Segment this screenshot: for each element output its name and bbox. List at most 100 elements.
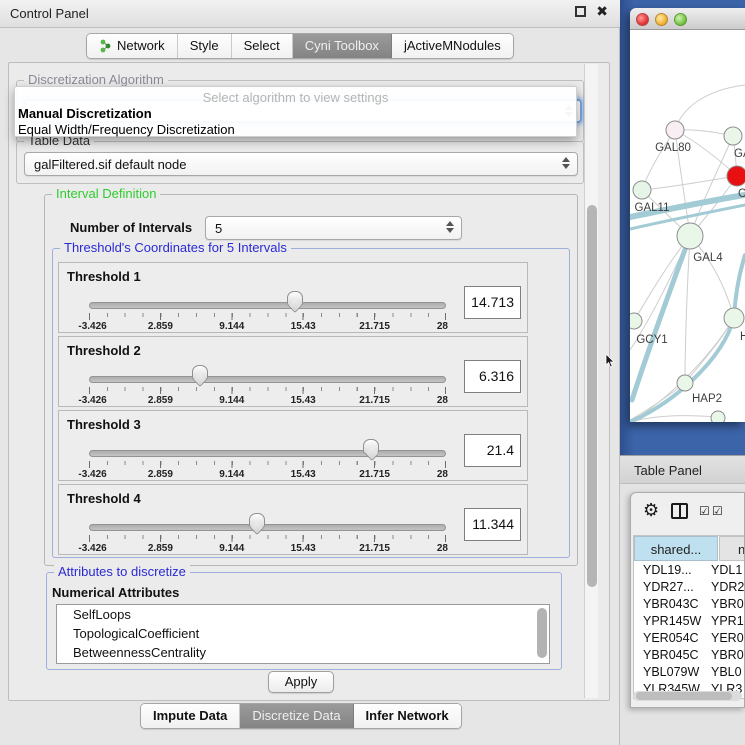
slider-track[interactable] bbox=[89, 450, 446, 457]
table-row[interactable]: YBR043CYBR0 bbox=[634, 596, 744, 613]
slider-tick-labels: -3.426 2.859 9.144 15.43 21.715 28 bbox=[89, 469, 446, 481]
table-toolbar: ⚙ ☑ ☑ bbox=[631, 493, 744, 531]
slider-ticks bbox=[89, 387, 446, 394]
list-item[interactable]: SelfLoops bbox=[57, 605, 549, 624]
network-node-label: GAL80 bbox=[655, 142, 691, 154]
slider-thumb[interactable] bbox=[363, 439, 379, 454]
attributes-group-title: Attributes to discretize bbox=[54, 565, 190, 579]
checkbox-icon[interactable]: ☑ bbox=[699, 504, 710, 518]
network-node[interactable] bbox=[677, 223, 703, 249]
network-node[interactable] bbox=[633, 181, 651, 199]
split-pane-icon[interactable] bbox=[671, 503, 688, 519]
minimize-traffic-light-icon[interactable] bbox=[655, 13, 668, 26]
tab-network[interactable]: Network bbox=[87, 34, 178, 58]
network-node[interactable] bbox=[711, 411, 725, 422]
menu-item-equal-width-frequency[interactable]: Equal Width/Frequency Discretization bbox=[18, 122, 235, 137]
tab-infer-network[interactable]: Infer Network bbox=[354, 704, 461, 728]
slider-tick-labels: -3.426 2.859 9.144 15.43 21.715 28 bbox=[89, 395, 446, 407]
table-row[interactable]: YER054CYER0 bbox=[634, 630, 744, 647]
combo-spinner-icon bbox=[446, 221, 454, 233]
network-node-label: GCY1 bbox=[636, 334, 667, 346]
panel-scrollbar-thumb[interactable] bbox=[587, 205, 597, 587]
network-node-label: GAL4 bbox=[693, 252, 723, 264]
network-node[interactable] bbox=[727, 166, 745, 186]
column-header-shared-name[interactable]: shared... bbox=[634, 536, 718, 561]
tab-label: jActiveMNodules bbox=[404, 38, 501, 53]
tab-select[interactable]: Select bbox=[232, 34, 293, 58]
tab-jactivemnodules[interactable]: jActiveMNodules bbox=[392, 34, 513, 58]
table-row[interactable]: YBR045CYBR0 bbox=[634, 647, 744, 664]
attributes-list-scrollbar[interactable] bbox=[537, 608, 547, 658]
top-tabstrip: Network Style Select Cyni Toolbox jActiv… bbox=[86, 33, 514, 59]
attributes-list[interactable]: SelfLoops TopologicalCoefficient Between… bbox=[56, 604, 550, 664]
zoom-traffic-light-icon[interactable] bbox=[674, 13, 687, 26]
slider-thumb[interactable] bbox=[249, 513, 265, 528]
screen: Control Panel ✖ Network Style bbox=[0, 0, 745, 745]
table-row[interactable]: YBL079WYBL0 bbox=[634, 664, 744, 681]
tab-discretize-data[interactable]: Discretize Data bbox=[240, 704, 353, 728]
close-traffic-light-icon[interactable] bbox=[636, 13, 649, 26]
thresholds-group-title: Threshold's Coordinates for 5 Intervals bbox=[60, 241, 291, 255]
threshold-panel: Threshold 3 -3.426 2.859 9.144 15.43 21.… bbox=[58, 410, 528, 481]
gear-icon[interactable]: ⚙ bbox=[643, 500, 659, 521]
slider-track[interactable] bbox=[89, 376, 446, 383]
tab-label: Impute Data bbox=[153, 708, 227, 723]
table-panel-header: Table Panel bbox=[620, 455, 745, 484]
network-nodes[interactable]: GAL80GACGAL11GAL4GCY1HHAP2 bbox=[630, 121, 745, 422]
checkbox-icon[interactable]: ☑ bbox=[712, 504, 723, 518]
network-node[interactable] bbox=[630, 313, 642, 329]
combo-spinner-icon bbox=[562, 157, 570, 169]
algorithm-group-title: Discretization Algorithm bbox=[24, 73, 168, 87]
algorithm-dropdown-popup: Select algorithm to view settings Manual… bbox=[14, 86, 577, 137]
table-horizontal-scrollbar[interactable] bbox=[633, 691, 742, 701]
threshold-panel: Threshold 4 -3.426 2.859 9.144 15.43 21.… bbox=[58, 484, 528, 555]
slider-track[interactable] bbox=[89, 302, 446, 309]
num-intervals-combo[interactable]: 5 bbox=[205, 216, 462, 240]
control-panel: Control Panel ✖ Network Style bbox=[0, 0, 620, 745]
numerical-attributes-label: Numerical Attributes bbox=[52, 585, 179, 600]
tab-label: Select bbox=[244, 38, 280, 53]
slider-ticks bbox=[89, 313, 446, 320]
network-node[interactable] bbox=[724, 127, 742, 145]
node-table[interactable]: shared... n YDL19...YDL1 YDR27...YDR2 YB… bbox=[633, 535, 744, 699]
network-node[interactable] bbox=[666, 121, 684, 139]
slider-thumb[interactable] bbox=[287, 291, 303, 306]
list-item[interactable]: BetweennessCentrality bbox=[57, 643, 549, 662]
threshold-value-field[interactable]: 21.4 bbox=[464, 434, 521, 467]
slider-track[interactable] bbox=[89, 524, 446, 531]
table-row[interactable]: YDR27...YDR2 bbox=[634, 579, 744, 596]
tab-cyni-toolbox[interactable]: Cyni Toolbox bbox=[293, 34, 392, 58]
column-header-name[interactable]: n bbox=[719, 536, 744, 561]
network-canvas-svg: GAL80GACGAL11GAL4GCY1HHAP2 bbox=[630, 30, 745, 422]
table-panel-window[interactable]: ⚙ ☑ ☑ shared... n YDL19...YDL1 YDR27...Y… bbox=[630, 492, 745, 708]
network-node-label: GAL11 bbox=[635, 202, 670, 214]
bottom-tabstrip: Impute Data Discretize Data Infer Networ… bbox=[140, 703, 462, 729]
network-node[interactable] bbox=[677, 375, 693, 391]
table-scrollbar-thumb[interactable] bbox=[636, 692, 732, 700]
table-panel-area: ⚙ ☑ ☑ shared... n YDL19...YDL1 YDR27...Y… bbox=[620, 484, 745, 745]
tab-label: Cyni Toolbox bbox=[305, 38, 379, 53]
tab-style[interactable]: Style bbox=[178, 34, 232, 58]
panel-scrollbar[interactable] bbox=[584, 64, 598, 698]
apply-button[interactable]: Apply bbox=[268, 671, 334, 693]
interval-group-title: Interval Definition bbox=[52, 187, 160, 201]
slider-thumb[interactable] bbox=[192, 365, 208, 380]
menu-item-manual-discretization[interactable]: Manual Discretization bbox=[18, 106, 152, 121]
network-node[interactable] bbox=[724, 308, 744, 328]
slider-ticks bbox=[89, 535, 446, 542]
threshold-value-field[interactable]: 14.713 bbox=[464, 286, 521, 319]
network-window-titlebar[interactable] bbox=[630, 8, 745, 30]
table-data-combo[interactable]: galFiltered.sif default node bbox=[24, 152, 578, 176]
threshold-panel: Threshold 2 -3.426 2.859 9.144 15.43 21.… bbox=[58, 336, 528, 407]
float-window-icon[interactable] bbox=[575, 6, 586, 17]
threshold-value-field[interactable]: 11.344 bbox=[464, 508, 521, 541]
network-canvas[interactable]: GAL80GACGAL11GAL4GCY1HHAP2 bbox=[630, 30, 745, 422]
table-row[interactable]: YPR145WYPR1 bbox=[634, 613, 744, 630]
mouse-cursor bbox=[605, 354, 616, 369]
threshold-value-field[interactable]: 6.316 bbox=[464, 360, 521, 393]
table-row[interactable]: YDL19...YDL1 bbox=[634, 562, 744, 579]
tab-impute-data[interactable]: Impute Data bbox=[141, 704, 240, 728]
network-view-window[interactable]: GAL80GACGAL11GAL4GCY1HHAP2 bbox=[630, 8, 745, 422]
close-icon[interactable]: ✖ bbox=[596, 6, 608, 17]
list-item[interactable]: TopologicalCoefficient bbox=[57, 624, 549, 643]
